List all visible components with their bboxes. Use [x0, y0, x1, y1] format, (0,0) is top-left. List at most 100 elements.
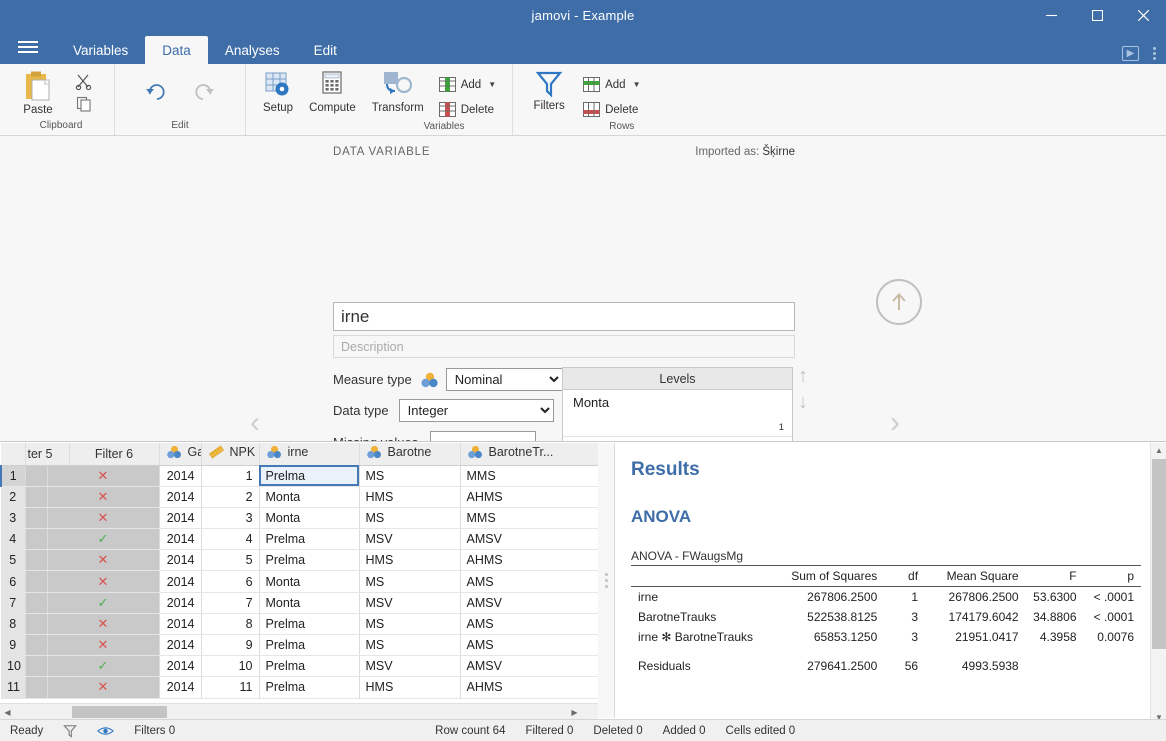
variable-description-input[interactable] — [333, 335, 795, 358]
results-scroll-up-icon[interactable]: ▲ — [1151, 443, 1166, 458]
paste-button[interactable]: Paste — [16, 68, 60, 118]
cell-barotnetr[interactable]: AMSV — [460, 529, 598, 550]
cell-npk[interactable]: 5 — [201, 550, 259, 571]
filter6-cell[interactable]: ✓ — [47, 592, 159, 613]
cell-irne[interactable]: Prelma — [259, 465, 359, 486]
status-filter-icon-wrap[interactable] — [53, 724, 87, 738]
move-level-down-icon[interactable]: ↓ — [798, 393, 808, 411]
compute-button[interactable]: Compute — [302, 68, 363, 116]
variable-name-input[interactable] — [333, 302, 795, 331]
filter5-cell[interactable] — [25, 529, 47, 550]
table-row[interactable]: 7✓20147MontaMSVAMSV — [1, 592, 598, 613]
cell-barotnetr[interactable]: AHMS — [460, 486, 598, 507]
cell-barotne[interactable]: HMS — [359, 486, 460, 507]
row-number-cell[interactable]: 9 — [1, 635, 25, 656]
filter5-cell[interactable] — [25, 613, 47, 634]
filters-button[interactable]: Filters — [523, 68, 575, 114]
header-gads[interactable]: Gads — [159, 443, 201, 465]
add-row-chevron-down-icon[interactable]: ▼ — [633, 80, 641, 89]
filter5-cell[interactable] — [25, 635, 47, 656]
cell-barotne[interactable]: MS — [359, 635, 460, 656]
header-barotne[interactable]: Barotne — [359, 443, 460, 465]
row-number-cell[interactable]: 10 — [1, 656, 25, 677]
data-type-select[interactable]: IntegerDecimalText — [399, 399, 554, 422]
cell-irne[interactable]: Prelma — [259, 550, 359, 571]
previous-variable-chevron-left-icon[interactable]: ‹ — [250, 406, 260, 440]
collapse-editor-button[interactable] — [876, 279, 922, 325]
header-npk[interactable]: NPK — [201, 443, 259, 465]
next-variable-chevron-right-icon[interactable]: › — [890, 406, 900, 440]
minimize-button[interactable] — [1028, 0, 1074, 30]
table-row[interactable]: 10✓201410PrelmaMSVAMSV — [1, 656, 598, 677]
level-item[interactable]: Prelma 2 — [563, 437, 792, 442]
table-row[interactable]: 2✕20142MontaHMSAHMS — [1, 486, 598, 507]
delete-variable-button[interactable]: Delete — [433, 99, 502, 120]
cell-gads[interactable]: 2014 — [159, 592, 201, 613]
spreadsheet-hscroll-thumb[interactable] — [72, 706, 167, 718]
cell-irne[interactable]: Monta — [259, 571, 359, 592]
redo-button[interactable] — [183, 79, 227, 105]
copy-button[interactable] — [62, 94, 106, 114]
cell-barotnetr[interactable]: AMS — [460, 613, 598, 634]
row-number-cell[interactable]: 11 — [1, 677, 25, 698]
cell-npk[interactable]: 2 — [201, 486, 259, 507]
menu-icon[interactable] — [0, 30, 56, 64]
results-vertical-scrollbar[interactable]: ▲ ▼ — [1150, 443, 1166, 733]
cell-npk[interactable]: 1 — [201, 465, 259, 486]
filter5-cell[interactable] — [25, 592, 47, 613]
filter6-cell[interactable]: ✕ — [47, 507, 159, 528]
filter5-cell[interactable] — [25, 656, 47, 677]
cell-npk[interactable]: 9 — [201, 635, 259, 656]
missing-values-input[interactable] — [430, 431, 536, 442]
cell-barotnetr[interactable]: AMS — [460, 571, 598, 592]
data-spreadsheet[interactable]: ter 5 Filter 6 Gads — [0, 443, 598, 718]
filter6-cell[interactable]: ✕ — [47, 677, 159, 698]
cell-barotne[interactable]: MSV — [359, 592, 460, 613]
cell-barotne[interactable]: MSV — [359, 529, 460, 550]
cell-npk[interactable]: 4 — [201, 529, 259, 550]
filter5-cell[interactable] — [25, 507, 47, 528]
filter5-cell[interactable] — [25, 486, 47, 507]
header-filter-6[interactable]: Filter 6 — [69, 443, 159, 465]
cell-barotnetr[interactable]: MMS — [460, 465, 598, 486]
cell-irne[interactable]: Prelma — [259, 529, 359, 550]
cell-gads[interactable]: 2014 — [159, 507, 201, 528]
cut-button[interactable] — [62, 72, 106, 92]
cell-npk[interactable]: 11 — [201, 677, 259, 698]
tab-analyses[interactable]: Analyses — [208, 36, 297, 64]
cell-gads[interactable]: 2014 — [159, 465, 201, 486]
add-variable-chevron-down-icon[interactable]: ▼ — [488, 80, 496, 89]
cell-barotne[interactable]: HMS — [359, 677, 460, 698]
table-row[interactable]: 9✕20149PrelmaMSAMS — [1, 635, 598, 656]
table-row[interactable]: 1✕20141PrelmaMSMMS — [1, 465, 598, 486]
filter5-cell[interactable] — [25, 465, 47, 486]
results-vscroll-thumb[interactable] — [1152, 459, 1166, 649]
cell-npk[interactable]: 7 — [201, 592, 259, 613]
header-barotnetr[interactable]: BarotneTr... — [460, 443, 598, 465]
filter5-cell[interactable] — [25, 677, 47, 698]
scroll-left-icon[interactable]: ◀ — [0, 704, 15, 720]
cell-barotnetr[interactable]: AMSV — [460, 656, 598, 677]
table-row[interactable]: 5✕20145PrelmaHMSAHMS — [1, 550, 598, 571]
row-number-cell[interactable]: 6 — [1, 571, 25, 592]
cell-barotnetr[interactable]: MMS — [460, 507, 598, 528]
cell-barotne[interactable]: HMS — [359, 550, 460, 571]
cell-npk[interactable]: 10 — [201, 656, 259, 677]
analysis-heading[interactable]: ANOVA — [631, 507, 1144, 527]
move-level-up-icon[interactable]: ↑ — [798, 367, 808, 385]
cell-gads[interactable]: 2014 — [159, 656, 201, 677]
panel-splitter[interactable] — [598, 443, 614, 718]
cell-npk[interactable]: 6 — [201, 571, 259, 592]
row-number-cell[interactable]: 8 — [1, 613, 25, 634]
scroll-right-icon[interactable]: ▶ — [567, 704, 582, 720]
table-row[interactable]: 8✕20148PrelmaMSAMS — [1, 613, 598, 634]
filter6-cell[interactable]: ✕ — [47, 613, 159, 634]
row-number-cell[interactable]: 4 — [1, 529, 25, 550]
row-number-cell[interactable]: 2 — [1, 486, 25, 507]
table-row[interactable]: 6✕20146MontaMSAMS — [1, 571, 598, 592]
cell-irne[interactable]: Monta — [259, 486, 359, 507]
cell-npk[interactable]: 8 — [201, 613, 259, 634]
cell-npk[interactable]: 3 — [201, 507, 259, 528]
table-row[interactable]: 11✕201411PrelmaHMSAHMS — [1, 677, 598, 698]
cell-irne[interactable]: Prelma — [259, 635, 359, 656]
